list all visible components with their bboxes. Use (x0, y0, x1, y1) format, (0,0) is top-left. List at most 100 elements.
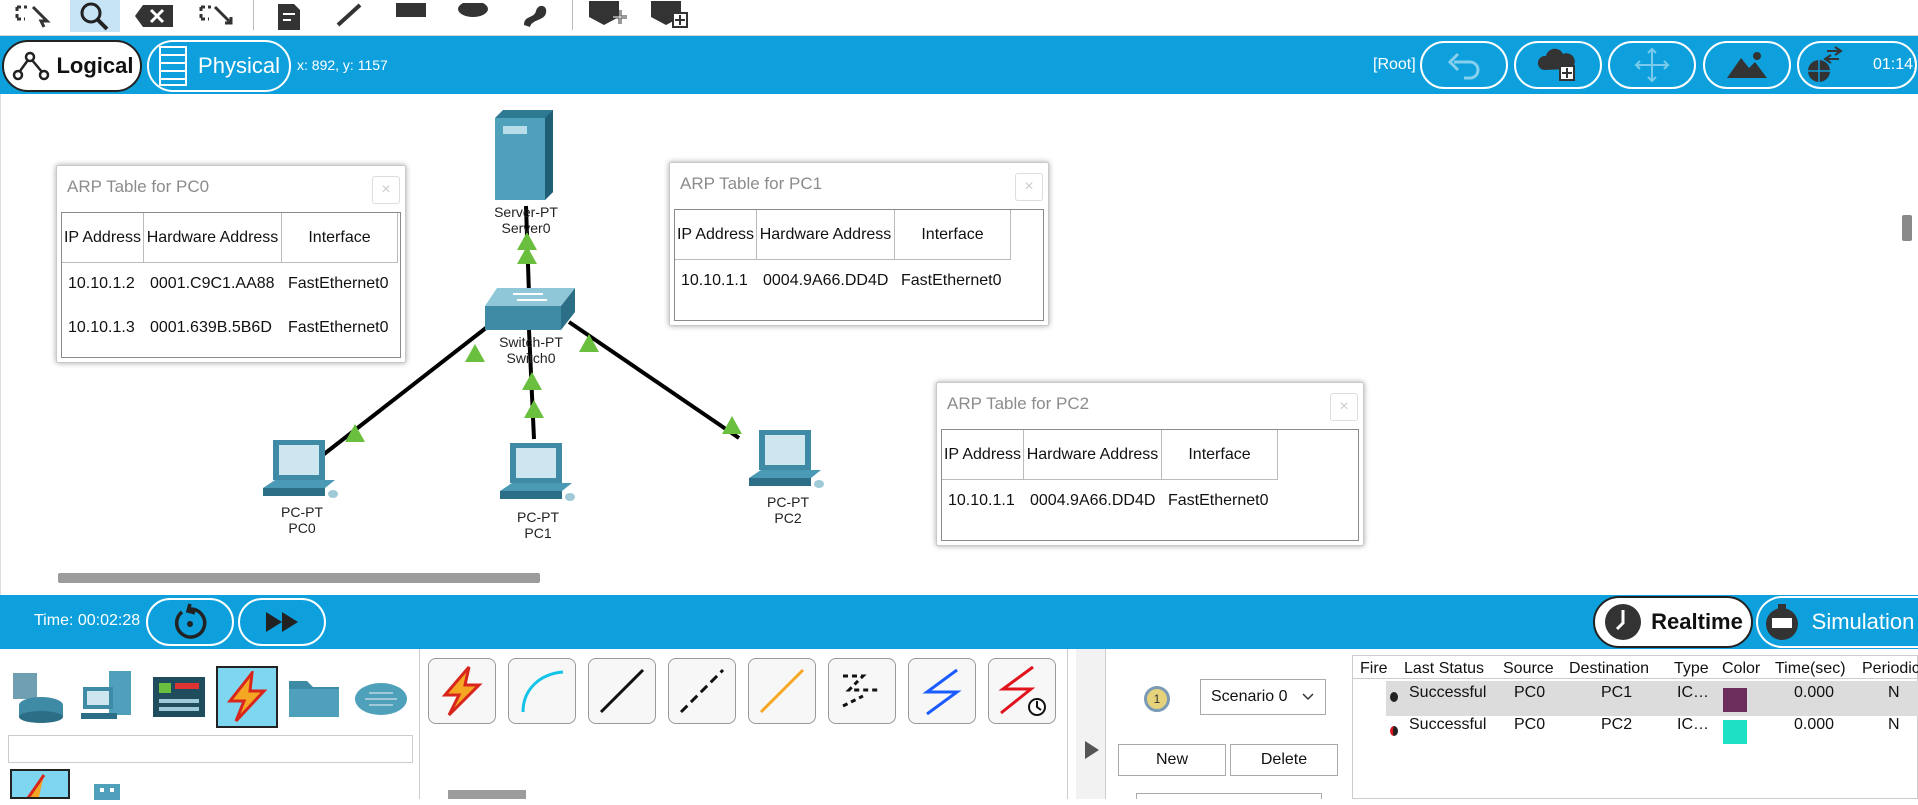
col-last-status[interactable]: Last Status (1404, 660, 1484, 678)
back-button[interactable] (1420, 41, 1508, 89)
miscellaneous-category[interactable] (284, 666, 346, 728)
switch-name: Switch0 (506, 350, 556, 366)
column-header-ip[interactable]: IP Address (62, 213, 144, 263)
server-icon (495, 110, 553, 200)
add-complex-pdu-icon[interactable] (644, 0, 694, 32)
root-label[interactable]: [Root] (1373, 56, 1416, 74)
column-header-interface[interactable]: Interface (1162, 430, 1278, 480)
components-category[interactable] (148, 666, 210, 728)
console-cable-button[interactable] (508, 658, 576, 724)
column-header-ip[interactable]: IP Address (675, 210, 757, 260)
grid-icon[interactable] (92, 780, 122, 800)
fiber-cable-icon (759, 668, 805, 714)
logical-workspace[interactable]: Server-PT Server0 Switch-PT Switch0 PC-P… (0, 94, 1918, 595)
end-devices-category[interactable] (78, 666, 140, 728)
fiber-cable-button[interactable] (748, 658, 816, 724)
select-icon[interactable] (8, 0, 58, 32)
column-header-interface[interactable]: Interface (895, 210, 1011, 260)
column-header-hardware[interactable]: Hardware Address (144, 213, 282, 263)
simulation-mode-button[interactable]: Simulation (1756, 596, 1918, 648)
new-cluster-button[interactable] (1514, 41, 1602, 89)
automatic-connection-button[interactable] (428, 658, 496, 724)
fast-forward-icon (266, 612, 298, 632)
realtime-label: Realtime (1651, 609, 1743, 634)
globe-arrows-icon (1808, 46, 1843, 82)
line-icon[interactable] (324, 0, 374, 32)
server-device[interactable] (493, 108, 555, 207)
delete-scenario-button[interactable]: Delete (1230, 744, 1338, 776)
ellipse-icon[interactable] (448, 0, 498, 32)
expand-panel-toggle[interactable] (1076, 649, 1106, 799)
fast-forward-button[interactable] (238, 598, 326, 646)
switch-device[interactable] (483, 286, 577, 337)
lightning-icon (226, 671, 268, 723)
column-header-interface[interactable]: Interface (282, 213, 398, 263)
arp-table: IP Address Hardware Address Interface 10… (61, 212, 401, 358)
delete-icon[interactable] (130, 0, 180, 32)
arp-table: IP Address Hardware Address Interface 10… (941, 429, 1359, 541)
fire-icon[interactable] (1390, 692, 1398, 702)
add-pdu-icon[interactable] (582, 0, 632, 32)
pc0-device[interactable] (261, 438, 341, 507)
note-icon[interactable] (264, 0, 314, 32)
arp-table: IP Address Hardware Address Interface 10… (674, 209, 1044, 321)
column-header-hardware[interactable]: Hardware Address (1024, 430, 1162, 480)
arp-window-pc2[interactable]: ARP Table for PC2 × IP Address Hardware … (936, 382, 1364, 546)
pc2-device[interactable] (747, 428, 827, 497)
logical-tab[interactable]: Logical (2, 40, 142, 92)
rectangle-icon[interactable] (386, 0, 436, 32)
col-color[interactable]: Color (1722, 660, 1760, 678)
phone-cable-button[interactable] (828, 658, 896, 724)
col-type[interactable]: Type (1674, 660, 1709, 678)
close-button[interactable]: × (1015, 173, 1043, 201)
set-background-button[interactable] (1703, 41, 1791, 89)
pc1-device[interactable] (498, 441, 578, 510)
power-cycle-button[interactable] (146, 598, 234, 646)
freeform-icon[interactable] (510, 0, 560, 32)
col-fire[interactable]: Fire (1360, 660, 1388, 678)
toggle-pdu-list-button[interactable] (1136, 793, 1322, 799)
col-destination[interactable]: Destination (1569, 660, 1649, 678)
column-header-ip[interactable]: IP Address (942, 430, 1024, 480)
close-button[interactable]: × (1330, 393, 1358, 421)
arp-window-pc0[interactable]: ARP Table for PC0 × IP Address Hardware … (56, 165, 406, 363)
end-device-icon (81, 671, 131, 719)
vertical-scrollbar[interactable] (1902, 215, 1912, 241)
network-devices-category[interactable] (8, 666, 70, 728)
pc0-label: PC-PT PC0 (242, 504, 362, 536)
console-cable-icon (521, 670, 564, 713)
col-time[interactable]: Time(sec) (1775, 660, 1846, 678)
connection-subtype-selected[interactable] (10, 769, 70, 799)
column-header-hardware[interactable]: Hardware Address (757, 210, 895, 260)
col-periodic[interactable]: Periodic (1862, 660, 1918, 678)
copper-crossover-button[interactable] (668, 658, 736, 724)
col-source[interactable]: Source (1503, 660, 1554, 678)
move-object-button[interactable] (1608, 41, 1696, 89)
device-search-input[interactable] (8, 735, 413, 763)
fire-icon[interactable] (1390, 726, 1398, 736)
connections-category[interactable] (216, 666, 278, 728)
serial-cable-button[interactable] (988, 658, 1056, 724)
physical-tab[interactable]: Physical (147, 40, 291, 92)
clock-icon (1605, 604, 1642, 640)
time-label: Time: 00:02:28 (34, 612, 141, 629)
arp-window-title: ARP Table for PC2 (947, 394, 1090, 413)
connection-scrollbar[interactable] (448, 790, 526, 799)
logical-icon (13, 51, 50, 81)
close-button[interactable]: × (372, 176, 400, 204)
resize-icon[interactable] (192, 0, 242, 32)
scenario-select[interactable]: Scenario 0 (1200, 679, 1326, 715)
horizontal-scrollbar[interactable] (58, 573, 540, 583)
realtime-mode-button[interactable]: Realtime (1593, 596, 1753, 648)
multiuser-category[interactable] (350, 666, 412, 728)
new-scenario-button[interactable]: New (1118, 744, 1226, 776)
copper-straight-button[interactable] (588, 658, 656, 724)
coaxial-cable-button[interactable] (908, 658, 976, 724)
arp-window-pc1[interactable]: ARP Table for PC1 × IP Address Hardware … (669, 162, 1049, 326)
arp-cell-iface: FastEthernet0 (901, 272, 1002, 289)
pc2-name: PC2 (774, 510, 802, 526)
arp-cell-hw: 0001.C9C1.AA88 (150, 275, 275, 292)
server-name: Server0 (501, 220, 551, 236)
inspect-icon[interactable] (70, 0, 120, 32)
pdu-type: IC… (1677, 684, 1709, 701)
